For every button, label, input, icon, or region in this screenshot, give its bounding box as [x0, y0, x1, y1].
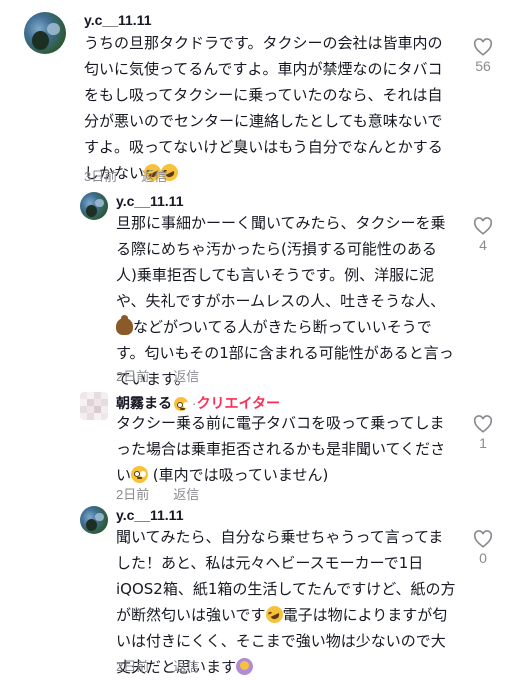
like-button[interactable]: 4: [463, 217, 503, 253]
comment-meta: 3日前 返信: [84, 166, 167, 185]
avatar[interactable]: [80, 392, 108, 420]
like-button[interactable]: 0: [463, 530, 503, 566]
person-gesturing-ok-emoji-icon: [236, 658, 254, 675]
comment-text: 旦那に事細かーーく聞いてみたら、タクシーを乗る際にめちゃ汚かったら(汚損する可能…: [116, 214, 454, 388]
comment-text: タクシー乗る前に電子タバコを吸って乗ってしまった場合は乗車拒否されるかも是非聞い…: [116, 414, 446, 484]
like-count: 0: [479, 550, 487, 566]
avatar[interactable]: [24, 12, 66, 54]
like-count: 56: [475, 58, 491, 74]
pile-of-poo-emoji-icon: [116, 315, 133, 335]
reply-button[interactable]: 返信: [173, 487, 199, 502]
comment-username[interactable]: y.c__11.11: [116, 507, 183, 523]
like-count: 4: [479, 237, 487, 253]
reply-button[interactable]: 返信: [173, 369, 199, 384]
avatar[interactable]: [80, 506, 108, 534]
heart-outline-icon: [473, 415, 493, 433]
like-button[interactable]: 1: [463, 415, 503, 451]
avatar[interactable]: [80, 192, 108, 220]
heart-outline-icon: [473, 530, 493, 548]
comment-username[interactable]: y.c__11.11: [116, 193, 183, 209]
heart-outline-icon: [473, 38, 493, 56]
comment-meta: 2日前 返信: [116, 366, 199, 385]
like-button[interactable]: 56: [463, 38, 503, 74]
comment-timestamp: 2日前: [116, 369, 150, 384]
creator-badge: クリエイター: [196, 395, 281, 411]
comment-username[interactable]: y.c__11.11: [84, 12, 151, 28]
comment-timestamp: 2日前: [116, 659, 150, 674]
comment-meta: 2日前 返信: [116, 656, 199, 675]
flushed-face-emoji-icon: [131, 466, 149, 483]
flushed-face-emoji-icon: [174, 397, 188, 411]
comment-text: うちの旦那タクドラです。タクシーの会社は皆車内の匂いに気使ってるんですよ。車内が…: [84, 34, 443, 184]
heart-outline-icon: [473, 217, 493, 235]
comment-timestamp: 2日前: [116, 487, 150, 502]
like-count: 1: [479, 435, 487, 451]
comment-timestamp: 3日前: [84, 169, 118, 184]
comment-meta: 2日前 返信: [116, 484, 199, 503]
reply-button[interactable]: 返信: [173, 659, 199, 674]
reply-button[interactable]: 返信: [141, 169, 167, 184]
